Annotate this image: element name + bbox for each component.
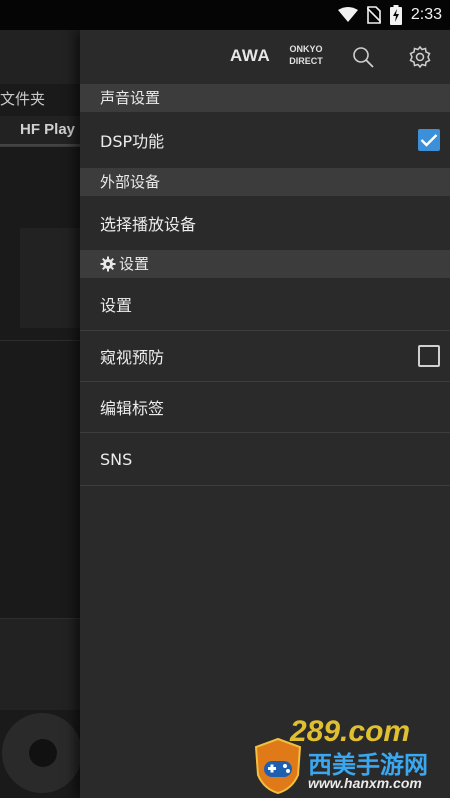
menu-item-settings[interactable]: 设置 (80, 278, 450, 330)
background-divider (0, 146, 90, 147)
search-icon[interactable] (350, 44, 376, 70)
menu-item-label: 窥视预防 (100, 348, 165, 367)
menu-item-label: 设置 (100, 296, 133, 315)
status-time: 2:33 (410, 6, 442, 23)
disc-hole (29, 739, 57, 767)
section-header-label: 外部设备 (100, 173, 161, 191)
gear-icon (100, 256, 116, 272)
no-sim-icon (366, 6, 381, 24)
section-header-sound: 声音设置 (80, 84, 450, 112)
privacy-checkbox[interactable] (418, 345, 440, 367)
watermark-number: 289.com (290, 715, 411, 748)
status-icons: 2:33 (337, 4, 442, 26)
awa-button[interactable]: AWA (230, 46, 270, 66)
onkyo-label: ONKYO (289, 44, 323, 54)
checkmark-icon (420, 134, 438, 147)
watermark-url: www.hanxm.com (308, 775, 422, 791)
battery-charging-icon (389, 5, 402, 25)
menu-item-sns[interactable]: SNS (80, 433, 450, 485)
menu-item-label: DSP功能 (100, 132, 165, 151)
menu-item-edit-tags[interactable]: 编辑标签 (80, 382, 450, 432)
background-player-bar (0, 618, 90, 710)
menu-item-label: 选择播放设备 (100, 215, 197, 234)
dsp-checkbox[interactable] (418, 129, 440, 151)
menu-item-privacy[interactable]: 窥视预防 (80, 331, 450, 381)
menu-item-label: 编辑标签 (100, 399, 165, 418)
background-divider (0, 340, 90, 341)
background-tab-label: HF Play (20, 121, 76, 138)
drawer-toolbar: AWA ONKYO DIRECT (80, 30, 450, 84)
menu-item-select-device[interactable]: 选择播放设备 (80, 196, 450, 250)
settings-drawer: AWA ONKYO DIRECT 声音设置 DSP功能 外部设备 选择播放设备 … (80, 30, 450, 798)
status-bar: 2:33 (0, 0, 450, 30)
menu-item-label: SNS (100, 449, 133, 469)
menu-item-dsp[interactable]: DSP功能 (80, 112, 450, 168)
gear-icon[interactable] (407, 44, 433, 70)
section-header-external: 外部设备 (80, 168, 450, 196)
direct-label: DIRECT (289, 56, 323, 66)
section-header-label: 声音设置 (100, 89, 161, 107)
onkyo-direct-button[interactable]: ONKYO DIRECT (288, 43, 324, 67)
watermark: 289.com 西美手游网 www.hanxm.com (250, 715, 450, 798)
divider (80, 485, 450, 486)
background-folder-label: 文件夹 (0, 90, 46, 108)
section-header-label: 设置 (119, 255, 150, 273)
wifi-icon (337, 7, 358, 22)
section-header-settings: 设置 (80, 250, 450, 278)
